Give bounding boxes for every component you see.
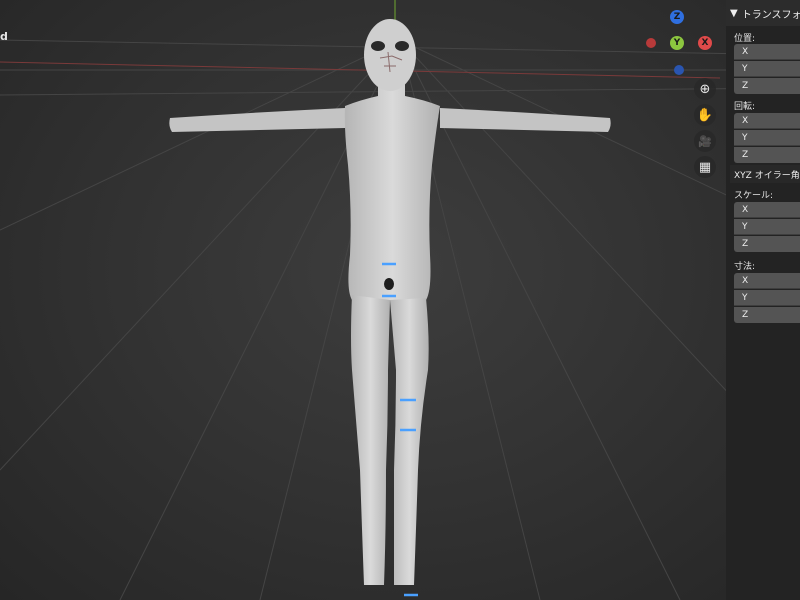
scale-label: スケール: <box>734 191 774 201</box>
scale-z-field[interactable]: Z <box>734 236 800 252</box>
dimensions-x-field[interactable]: X <box>734 273 800 289</box>
z-axis-label: Z <box>673 12 681 22</box>
grid-perspective-icon[interactable]: ▦ <box>694 156 716 178</box>
rotation-x-field[interactable]: X <box>734 113 800 129</box>
scale-y-field[interactable]: Y <box>734 219 800 235</box>
head <box>364 19 416 91</box>
y-axis-label: Y <box>673 38 681 48</box>
hand-pan-icon[interactable]: ✋ <box>694 104 716 126</box>
torso <box>344 84 440 300</box>
location-y-field[interactable]: Y <box>734 61 800 77</box>
panel-header[interactable]: ▼ トランスフォ <box>726 0 800 26</box>
location-label: 位置: <box>734 34 756 44</box>
dimensions-z-field[interactable]: Z <box>734 307 800 323</box>
rotation-label: 回転: <box>734 102 756 112</box>
rotation-z-field[interactable]: Z <box>734 147 800 163</box>
rotation-y-field[interactable]: Y <box>734 130 800 146</box>
camera-icon[interactable]: 🎥 <box>694 130 716 152</box>
z-axis-icon[interactable]: Z <box>670 10 684 24</box>
left-arm <box>169 108 345 132</box>
location-z-field[interactable]: Z <box>734 78 800 94</box>
y-axis-icon[interactable]: Y <box>670 36 684 50</box>
right-arm <box>440 108 611 132</box>
left-leg <box>351 295 390 585</box>
zoom-icon[interactable]: ⊕ <box>694 78 716 100</box>
header-edge-text: d <box>0 30 8 43</box>
left-eye-socket <box>371 41 385 51</box>
3d-viewport[interactable]: d Z Y X ⊕ ✋ 🎥 ▦ <box>0 0 800 600</box>
right-leg <box>390 298 429 585</box>
dimensions-label: 寸法: <box>734 262 756 272</box>
rotation-mode-select[interactable]: XYZ オイラー角 <box>730 165 800 183</box>
panel-title: トランスフォ <box>741 9 800 21</box>
location-x-field[interactable]: X <box>734 44 800 60</box>
humanoid-model[interactable] <box>0 0 800 600</box>
right-eye-socket <box>395 41 409 51</box>
transform-panel: ▼ トランスフォ 位置: X Y Z 回転: X Y Z XYZ オイラー角 ス… <box>726 0 800 600</box>
x-axis-icon[interactable]: X <box>698 36 712 50</box>
negative-z-axis-icon[interactable] <box>674 65 684 75</box>
dimensions-y-field[interactable]: Y <box>734 290 800 306</box>
x-axis-label: X <box>701 38 709 48</box>
collapse-arrow-icon[interactable]: ▼ <box>730 8 738 19</box>
scale-x-field[interactable]: X <box>734 202 800 218</box>
negative-x-axis-icon[interactable] <box>646 38 656 48</box>
